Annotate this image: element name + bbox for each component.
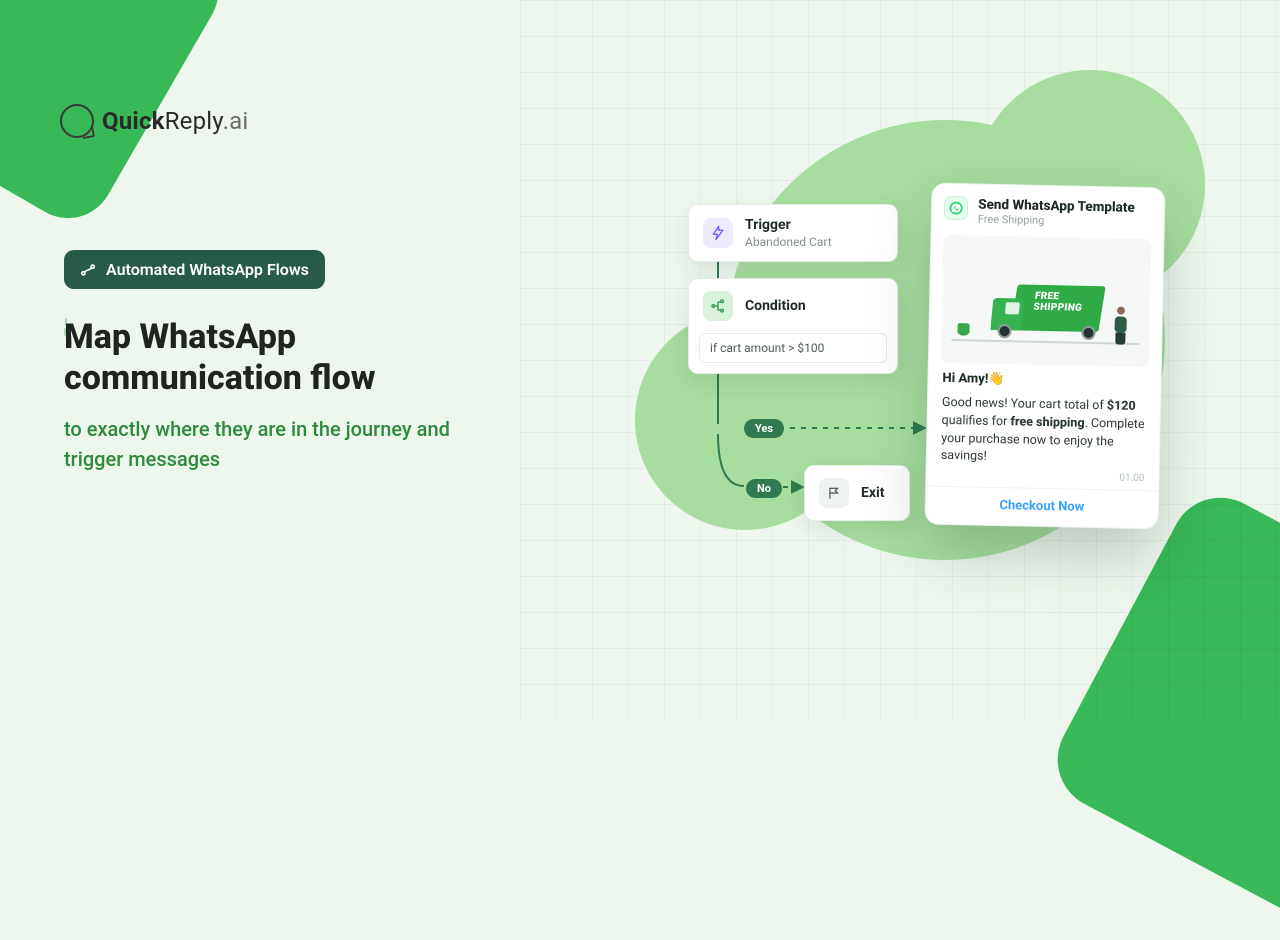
condition-expression-input[interactable]: if cart amount > $100 xyxy=(699,333,887,363)
whatsapp-icon xyxy=(944,196,968,220)
free-shipping-truck-icon: FREE SHIPPING xyxy=(983,276,1104,342)
wave-emoji-icon: 👋 xyxy=(988,372,1004,387)
flow-node-exit[interactable]: Exit xyxy=(804,465,910,521)
trigger-title: Trigger xyxy=(745,217,832,233)
flow-node-trigger[interactable]: Trigger Abandoned Cart xyxy=(688,204,898,262)
whatsapp-template-card: Send WhatsApp Template Free Shipping FRE… xyxy=(924,183,1165,530)
feature-pill-label: Automated WhatsApp Flows xyxy=(106,260,309,279)
brand-wordmark: QuickReply.ai xyxy=(102,107,248,135)
template-image-preview: FREE SHIPPING xyxy=(941,235,1152,367)
flow-node-condition[interactable]: Condition if cart amount > $100 xyxy=(688,278,898,374)
trigger-subtitle: Abandoned Cart xyxy=(745,235,832,249)
brand-logo: QuickReply.ai xyxy=(60,104,248,138)
flag-icon xyxy=(819,478,849,508)
bolt-icon xyxy=(703,218,733,248)
brand-mark-icon xyxy=(60,104,94,138)
message-salutation: Hi Amy!👋 xyxy=(942,371,1146,390)
headline: Map WhatsApp communication flow xyxy=(64,317,514,400)
truck-badge-text: FREE SHIPPING xyxy=(1033,292,1084,314)
checkout-button[interactable]: Checkout Now xyxy=(925,486,1158,529)
condition-title: Condition xyxy=(745,298,806,314)
flow-icon xyxy=(80,262,96,278)
branch-chip-yes: Yes xyxy=(744,419,784,438)
subheadline: to exactly where they are in the journey… xyxy=(64,414,514,474)
message-body: Good news! Your cart total of $120 quali… xyxy=(941,394,1146,469)
person-icon xyxy=(1111,306,1130,344)
feature-pill: Automated WhatsApp Flows xyxy=(64,250,325,289)
canvas: Trigger Abandoned Cart Condition if cart… xyxy=(520,0,1280,720)
exit-title: Exit xyxy=(861,485,884,501)
branch-icon xyxy=(703,291,733,321)
branch-chip-no: No xyxy=(746,479,782,498)
